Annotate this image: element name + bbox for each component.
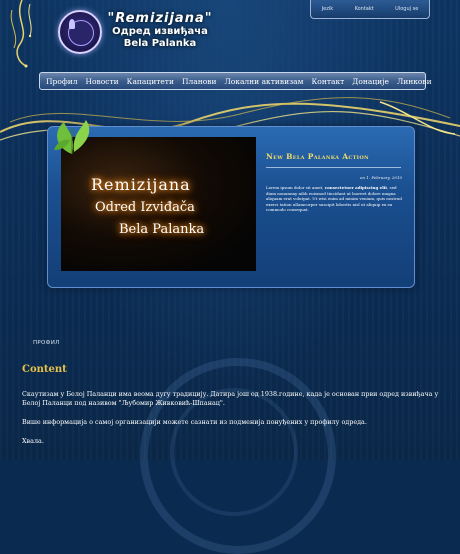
news-body: Lorem ipsum dolor sit amet, consectetuer… bbox=[266, 185, 404, 213]
tab-language[interactable]: Jezik bbox=[322, 6, 333, 12]
content-paragraph: Хвала. bbox=[22, 437, 44, 445]
news-title[interactable]: New Bela Palanka Action bbox=[266, 152, 369, 161]
fleur-de-lis-icon bbox=[69, 19, 75, 29]
banner-subtitle: Odred Izviđača bbox=[95, 200, 195, 215]
green-leaf-icon bbox=[54, 120, 90, 154]
tab-login[interactable]: Uloguj se bbox=[395, 6, 418, 12]
nav-item-donations[interactable]: Донације bbox=[348, 76, 393, 87]
top-utility-tabs: Jezik Kontakt Uloguj se bbox=[310, 0, 430, 19]
scout-emblem-watermark bbox=[140, 358, 336, 554]
content-title: Content bbox=[22, 364, 67, 375]
scout-seal-icon[interactable] bbox=[58, 10, 102, 54]
news-body-bold: consectetuer adipiscing elit bbox=[324, 185, 388, 190]
brand-name: "Remizijana" bbox=[107, 11, 213, 26]
content-paragraph: Више информација о самој организацији мо… bbox=[22, 418, 367, 426]
banner-title: Remizijana bbox=[91, 175, 191, 194]
nav-item-news[interactable]: Новости bbox=[82, 76, 123, 87]
news-body-text: Lorem ipsum dolor sit amet, bbox=[266, 185, 325, 190]
news-divider bbox=[266, 167, 401, 168]
site-brand[interactable]: "Remizijana" Одред извиђача Bela Palanka bbox=[100, 12, 220, 50]
breadcrumb[interactable]: ПРОФИЛ bbox=[33, 340, 60, 346]
tab-contact[interactable]: Kontakt bbox=[355, 6, 374, 12]
brand-city: Bela Palanka bbox=[123, 38, 197, 49]
nav-item-local-activism[interactable]: Локални активизам bbox=[220, 76, 307, 87]
nav-item-profile[interactable]: Профил bbox=[42, 76, 82, 87]
brand-subtitle: Одред извиђача bbox=[112, 26, 208, 37]
nav-item-plans[interactable]: Планови bbox=[178, 76, 221, 87]
golden-swirl-icon bbox=[10, 0, 32, 68]
banner-city: Bela Palanka bbox=[119, 222, 205, 237]
news-date: on 1. February, 2010 bbox=[360, 175, 403, 180]
content-paragraph: Скаутизам у Белој Паланци има веома дугу… bbox=[22, 390, 439, 407]
nav-item-capacities[interactable]: Капацитети bbox=[123, 76, 178, 87]
nav-item-links[interactable]: Линкови bbox=[393, 76, 436, 87]
nav-item-contact[interactable]: Контакт bbox=[308, 76, 349, 87]
main-navigation: Профил Новости Капацитети Планови Локалн… bbox=[39, 72, 432, 90]
